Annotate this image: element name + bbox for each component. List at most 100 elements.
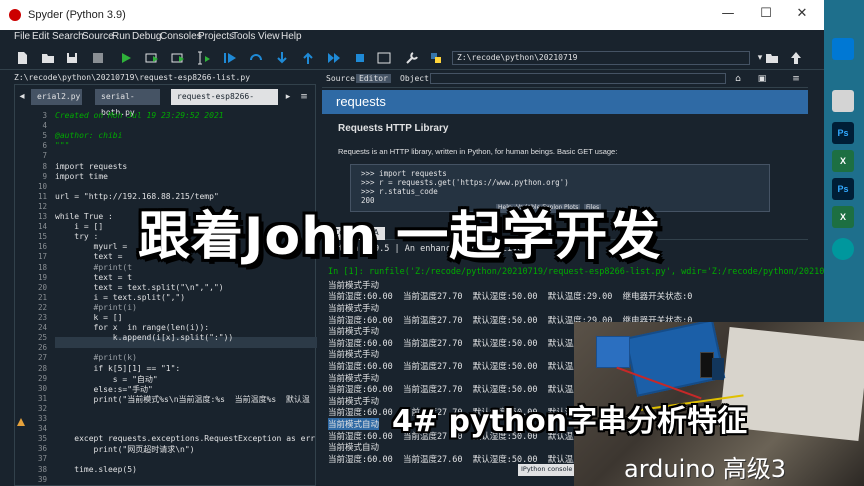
tab-erial2[interactable]: erial2.py xyxy=(31,89,83,105)
line-number: 32 xyxy=(37,403,47,413)
line-number: 25 xyxy=(37,333,47,343)
line-number: 34 xyxy=(37,424,47,434)
photoshop-icon[interactable]: Ps xyxy=(832,178,854,200)
video-title-overlay: 跟着John 一起学开发 xyxy=(138,207,662,267)
run-selection-icon[interactable] xyxy=(196,50,212,66)
menu-tools[interactable]: Tools xyxy=(232,31,255,42)
editor-file-path: Z:\recode\python\20210719\request-esp826… xyxy=(14,73,251,82)
help-source-label: Source xyxy=(326,74,355,83)
debug-icon[interactable] xyxy=(222,50,238,66)
line-number: 29 xyxy=(37,373,47,383)
help-editor-select[interactable]: Editor xyxy=(356,74,391,83)
open-file-icon[interactable] xyxy=(40,50,56,66)
run-icon[interactable] xyxy=(118,50,134,66)
menu-run[interactable]: Run xyxy=(112,31,130,42)
line-number: 4 xyxy=(42,121,47,131)
code-line: k = [] xyxy=(55,313,123,322)
line-number: 5 xyxy=(42,131,47,141)
save-icon[interactable] xyxy=(64,50,80,66)
save-all-icon[interactable] xyxy=(90,50,106,66)
tab-options-icon[interactable]: ≡ xyxy=(297,89,311,105)
excel-icon-label: X xyxy=(839,212,846,222)
menu-help[interactable]: Help xyxy=(281,31,302,42)
run-cell-advance-icon[interactable] xyxy=(170,50,186,66)
line-number: 15 xyxy=(37,232,47,242)
code-line: try : xyxy=(55,232,99,242)
spyder-logo-icon xyxy=(9,9,21,21)
menu-source[interactable]: Source xyxy=(82,31,114,42)
menu-debug[interactable]: Debug xyxy=(132,31,161,42)
excel-icon[interactable]: X xyxy=(832,206,854,228)
line-number: 13 xyxy=(37,212,47,221)
menu-edit[interactable]: Edit xyxy=(32,31,49,42)
tab-ipython-console[interactable]: IPython console xyxy=(518,464,576,476)
step-icon[interactable] xyxy=(248,50,264,66)
console-line: 当前模式手动 xyxy=(328,304,380,314)
line-number: 28 xyxy=(37,363,47,373)
step-into-icon[interactable] xyxy=(274,50,290,66)
close-button[interactable]: ✕ xyxy=(794,6,810,22)
arduino-icon[interactable] xyxy=(832,238,854,260)
help-object-input[interactable] xyxy=(430,73,726,84)
tab-serial-both[interactable]: serial-both.py xyxy=(95,89,161,117)
maximize-pane-icon[interactable] xyxy=(376,50,392,66)
line-number: 21 xyxy=(37,292,47,302)
tab-request-esp8266-list[interactable]: request-esp8266-list.py xyxy=(171,89,279,117)
code-line: text = t xyxy=(55,272,133,282)
toolbar: Z:\recode\python\20210719 ▾ xyxy=(0,46,824,70)
code-line: time.sleep(5) xyxy=(55,464,137,474)
line-number: 17 xyxy=(37,252,47,262)
code-editor[interactable]: ◂ erial2.py serial-both.py request-esp82… xyxy=(14,84,317,486)
menu-consoles[interactable]: Consoles xyxy=(160,31,202,42)
parent-directory-icon[interactable] xyxy=(788,50,804,66)
help-code-line: >>> r = requests.get('https://www.python… xyxy=(361,178,569,187)
line-number: 31 xyxy=(37,393,47,403)
line-number: 12 xyxy=(37,201,47,211)
line-number: 37 xyxy=(37,454,47,464)
line-number: 30 xyxy=(37,383,47,393)
code-line: import requests xyxy=(55,161,128,171)
line-number: 6 xyxy=(42,141,47,151)
maximize-button[interactable]: ☐ xyxy=(758,6,774,22)
excel-icon[interactable]: X xyxy=(832,150,854,172)
code-line: i = text.split(",") xyxy=(55,292,186,302)
home-icon[interactable]: ⌂ xyxy=(730,71,746,87)
help-pane-toolbar: Source Editor Object ⌂ ▣ ≡ xyxy=(322,70,808,88)
console-line: 当前模式手动 xyxy=(328,280,380,291)
photoshop-icon[interactable]: Ps xyxy=(832,122,854,144)
editor-tabs: ◂ erial2.py serial-both.py request-esp82… xyxy=(15,89,315,117)
photoshop-icon-label: Ps xyxy=(837,128,849,138)
console-line: 当前模式自动 xyxy=(328,418,380,430)
code-area[interactable]: Created on Mon Jul 19 23:29:52 2021 @auth… xyxy=(55,107,317,486)
photoshop-icon-label: Ps xyxy=(837,184,849,194)
lock-icon[interactable]: ▣ xyxy=(754,71,770,87)
new-file-icon[interactable] xyxy=(14,50,30,66)
menu-view[interactable]: View xyxy=(258,31,280,42)
line-number: 11 xyxy=(37,191,47,201)
working-directory-input[interactable]: Z:\recode\python\20210719 xyxy=(452,51,750,65)
browse-folder-icon[interactable] xyxy=(764,50,780,66)
app-image-icon[interactable] xyxy=(832,90,854,112)
console-line: 当前湿度:60.00 当前温度27.70 默认湿度:50.00 默认温度:29.… xyxy=(328,292,693,303)
code-line: #print(i) xyxy=(55,302,137,312)
preferences-wrench-icon[interactable] xyxy=(404,50,420,66)
help-heading: Requests HTTP Library xyxy=(338,123,449,134)
help-header-title: requests xyxy=(336,94,386,109)
console-line: 当前模式手动 xyxy=(328,396,380,407)
pane-options-icon[interactable]: ≡ xyxy=(788,71,804,87)
continue-icon[interactable] xyxy=(326,50,342,66)
menu-search[interactable]: Search xyxy=(52,31,84,42)
line-number: 18 xyxy=(37,262,47,272)
python-path-icon[interactable] xyxy=(428,50,444,66)
menu-projects[interactable]: Projects xyxy=(198,31,234,42)
run-cell-icon[interactable] xyxy=(144,50,160,66)
tab-scroll-left-icon[interactable]: ◂ xyxy=(17,89,27,105)
code-line: k.append(i[x].split(":")) xyxy=(55,333,234,343)
line-number: 9 xyxy=(42,171,47,181)
tab-scroll-right-icon[interactable]: ▸ xyxy=(283,89,293,105)
step-return-icon[interactable] xyxy=(300,50,316,66)
minimize-button[interactable]: — xyxy=(720,6,736,22)
app-window-icon[interactable] xyxy=(832,38,854,60)
menu-file[interactable]: File xyxy=(14,31,30,42)
stop-icon[interactable] xyxy=(352,50,368,66)
